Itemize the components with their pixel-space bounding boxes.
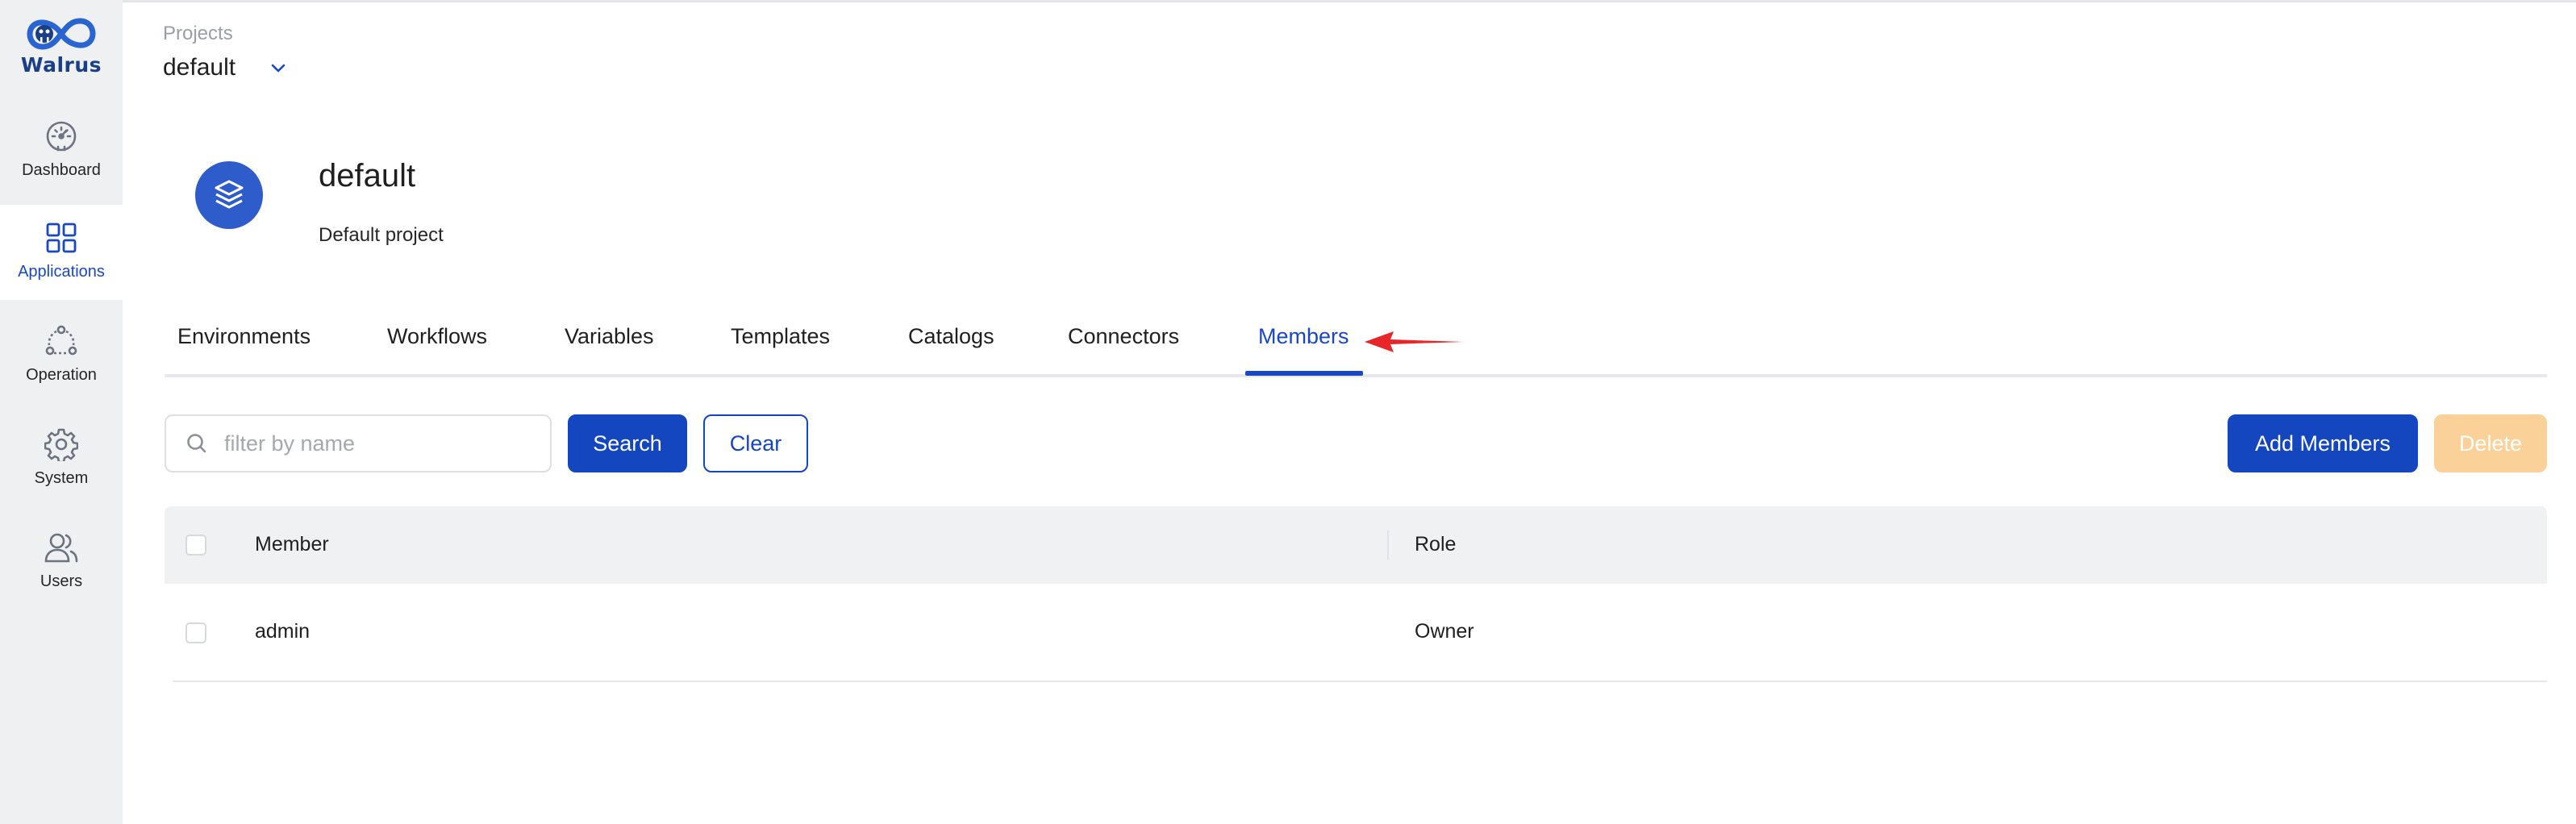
users-icon: [44, 533, 78, 563]
clear-button[interactable]: Clear: [703, 414, 808, 472]
project-avatar: [195, 161, 263, 229]
projects-label: Projects: [163, 23, 233, 44]
sidebar-item-label: Applications: [18, 263, 105, 281]
column-header-member[interactable]: Member: [255, 533, 329, 556]
layers-icon: [215, 180, 244, 209]
member-name-cell: admin: [255, 620, 311, 643]
sidebar-item-label: Users: [40, 572, 83, 590]
tab-variables[interactable]: Variables: [552, 316, 667, 374]
brand-name: Walrus: [20, 53, 102, 77]
annotation-arrow-icon: [1365, 331, 1463, 352]
tab-environments[interactable]: Environments: [165, 316, 323, 374]
search-input[interactable]: [224, 431, 531, 456]
sidebar-item-applications[interactable]: Applications: [0, 205, 123, 300]
table-row[interactable]: admin Owner: [173, 584, 2547, 682]
tab-workflows[interactable]: Workflows: [374, 316, 500, 374]
tab-members[interactable]: Members: [1245, 316, 1362, 374]
project-selector-value: default: [163, 54, 236, 81]
sidebar-item-operation[interactable]: Operation: [0, 308, 123, 403]
project-selector[interactable]: default: [163, 52, 287, 84]
search-field[interactable]: [165, 414, 552, 472]
chevron-down-icon: [271, 64, 286, 73]
members-table: Member Role admin Owner: [165, 506, 2547, 682]
project-description: Default project: [319, 224, 444, 246]
project-tabs: Environments Workflows Variables Templat…: [165, 316, 2547, 377]
search-icon: [187, 434, 206, 453]
top-border: [0, 0, 2576, 2]
tab-catalogs[interactable]: Catalogs: [895, 316, 1007, 374]
sidebar-item-label: Dashboard: [22, 161, 101, 179]
applications-grid-icon: [46, 223, 77, 253]
walrus-logo[interactable]: Walrus: [0, 15, 123, 84]
member-role-cell: Owner: [1415, 620, 1474, 643]
sidebar-item-dashboard[interactable]: Dashboard: [0, 103, 123, 198]
sidebar-item-users[interactable]: Users: [0, 514, 123, 610]
tab-templates[interactable]: Templates: [718, 316, 843, 374]
row-checkbox[interactable]: [185, 622, 206, 643]
sidebar: Walrus Dashboard Applications Operation …: [0, 0, 123, 824]
add-members-button[interactable]: Add Members: [2228, 414, 2418, 472]
tab-connectors[interactable]: Connectors: [1055, 316, 1192, 374]
sidebar-item-label: System: [34, 469, 89, 487]
column-divider: [1387, 531, 1389, 560]
gear-icon: [44, 428, 78, 461]
column-header-role[interactable]: Role: [1415, 533, 1456, 556]
search-button[interactable]: Search: [568, 414, 687, 472]
active-tab-indicator: [1245, 371, 1363, 376]
delete-button[interactable]: Delete: [2434, 414, 2547, 472]
operation-icon: [45, 325, 77, 356]
sidebar-item-system[interactable]: System: [0, 411, 123, 506]
table-header: Member Role: [165, 506, 2547, 584]
select-all-checkbox[interactable]: [185, 535, 206, 556]
project-title: default: [319, 158, 416, 194]
dashboard-icon: [46, 121, 77, 152]
sidebar-item-label: Operation: [26, 366, 97, 384]
walrus-logo-icon: [27, 18, 96, 50]
